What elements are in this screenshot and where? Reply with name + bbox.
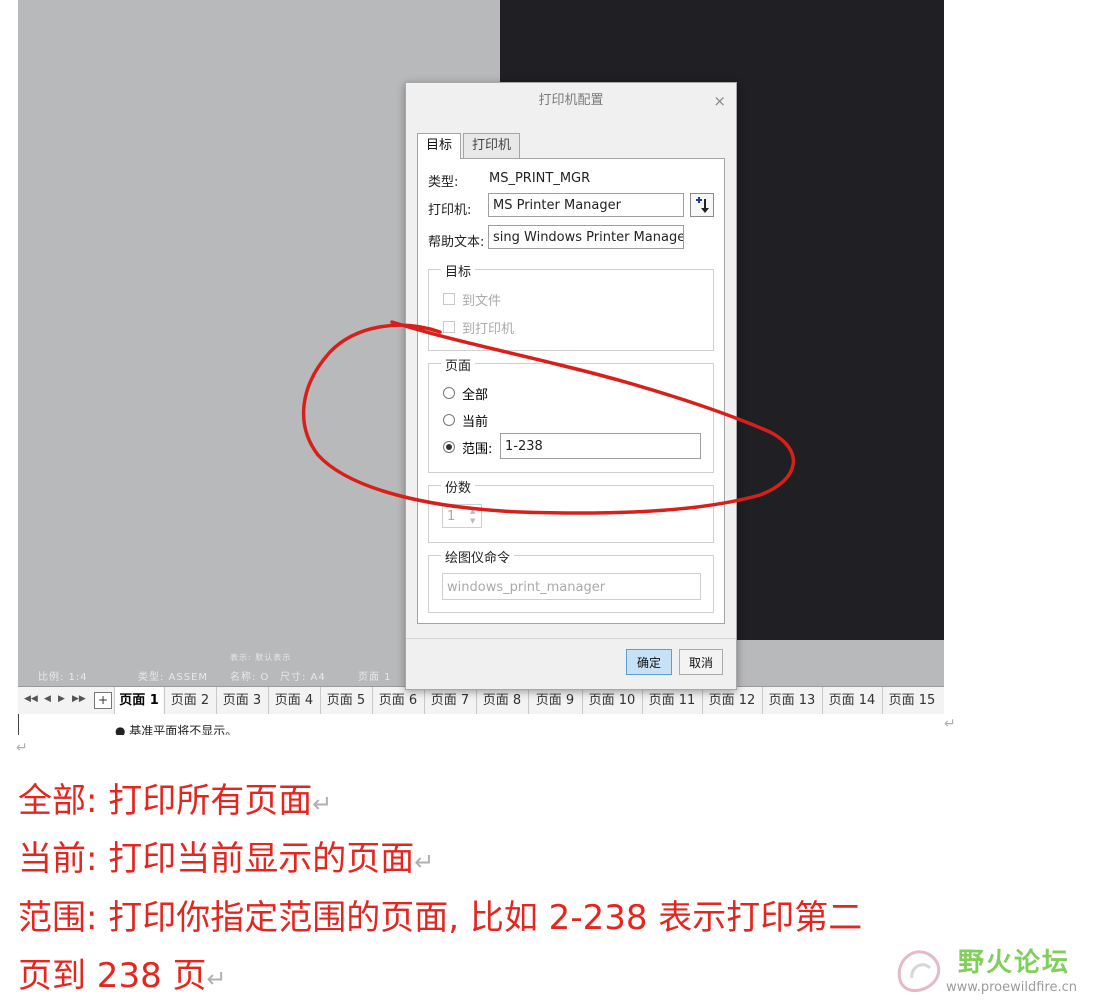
explanation-all: 全部: 打印所有页面↵ xyxy=(18,773,332,822)
red-annotation-circle xyxy=(301,320,796,515)
watermark-logo-icon xyxy=(897,950,941,992)
watermark-url: www.proewildfire.cn xyxy=(946,980,1077,995)
return-mark: ↵ xyxy=(414,848,435,876)
explanation-range-cont: 页到 238 页↵ xyxy=(18,948,227,997)
explanation-all-text: 全部: 打印所有页面 xyxy=(18,781,313,821)
tab-target[interactable]: 目标 xyxy=(417,133,462,159)
explanation-current-text: 当前: 打印当前显示的页面 xyxy=(18,839,415,879)
explanation-current: 当前: 打印当前显示的页面↵ xyxy=(18,831,434,880)
return-mark: ↵ xyxy=(312,790,333,818)
explanation-range-text: 范围: 打印你指定范围的页面, 比如 2-238 表示打印第二 xyxy=(18,898,863,938)
explanation-range: 范围: 打印你指定范围的页面, 比如 2-238 表示打印第二 xyxy=(18,890,862,939)
return-mark: ↵ xyxy=(206,965,227,993)
watermark-name: 野火论坛 xyxy=(958,948,1071,978)
explanation-range-cont-text: 页到 238 页 xyxy=(18,956,207,996)
